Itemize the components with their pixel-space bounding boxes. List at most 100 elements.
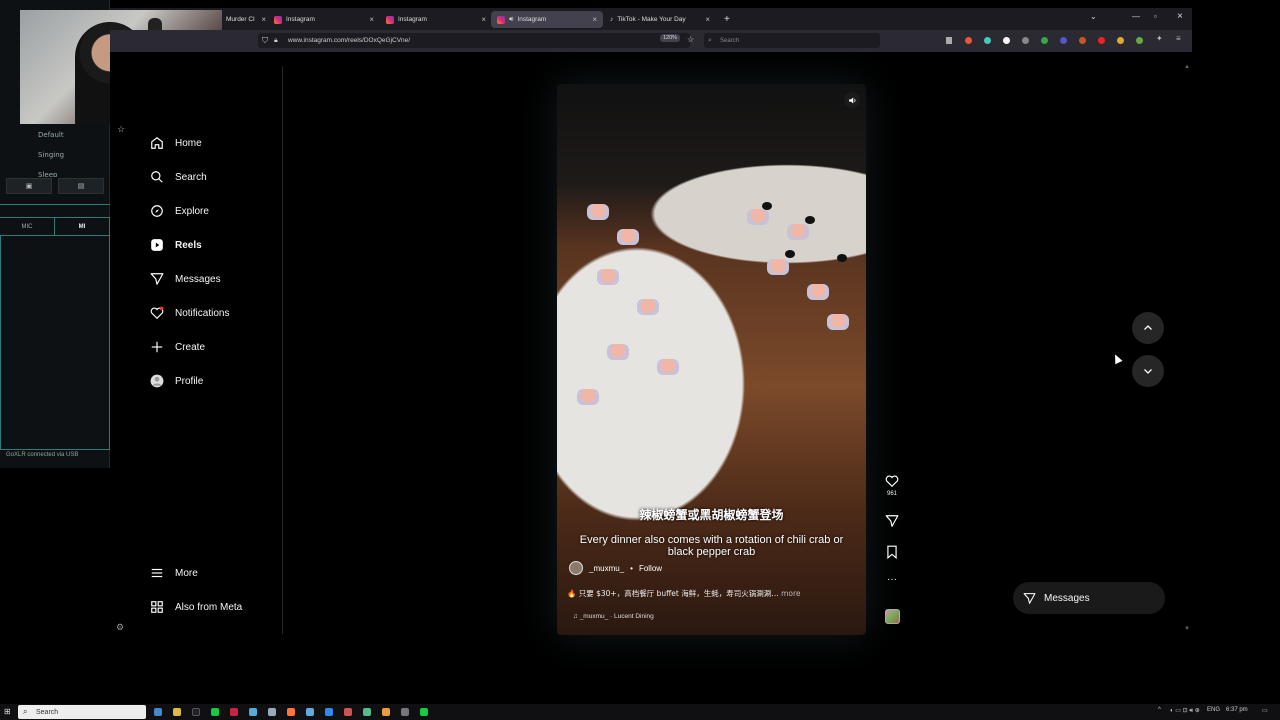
extension-icon[interactable]	[1003, 37, 1010, 44]
tab-murder[interactable]: Murder Cl ×	[220, 11, 268, 28]
app-icon[interactable]	[306, 708, 314, 716]
nav-item-profile[interactable]: Profile	[149, 371, 203, 391]
previous-reel-button[interactable]	[1132, 312, 1164, 344]
close-icon[interactable]: ×	[592, 15, 597, 24]
next-reel-button[interactable]	[1132, 355, 1164, 387]
close-icon[interactable]: ×	[481, 15, 486, 24]
maximize-button[interactable]: ▫	[1154, 12, 1157, 21]
nav-item-home[interactable]: Home	[149, 133, 202, 153]
nav-label: Search	[175, 171, 207, 183]
shield-icon[interactable]: ⛉	[262, 36, 268, 46]
tray-icons[interactable]: ◐ ▭ ⊡ 🔊︎ ⊕	[1170, 707, 1200, 715]
more-options-button[interactable]: ···	[881, 574, 903, 585]
username[interactable]: _muxmu_	[589, 564, 624, 573]
nav-item-explore[interactable]: Explore	[149, 201, 209, 221]
bookmark-star-icon[interactable]: ☆	[687, 35, 694, 44]
new-tab-button[interactable]: +	[718, 11, 732, 28]
nav-item-messages[interactable]: Messages	[149, 269, 221, 289]
avatar[interactable]	[569, 561, 583, 575]
speaker-icon: 🔊︎	[509, 15, 514, 23]
extension-icon[interactable]	[1079, 37, 1086, 44]
extension-icon[interactable]	[1060, 37, 1067, 44]
close-icon[interactable]: ×	[369, 15, 374, 24]
nav-item-search[interactable]: Search	[149, 167, 207, 187]
file-explorer-icon[interactable]	[173, 708, 181, 716]
extension-icon[interactable]	[984, 37, 991, 44]
search-icon: ⌕	[708, 36, 712, 44]
tab-instagram-1[interactable]: Instagram ×	[268, 11, 380, 28]
app-icon[interactable]	[401, 708, 409, 716]
extension-icon[interactable]	[1098, 37, 1105, 44]
extension-icon[interactable]	[965, 37, 972, 44]
audio-thumbnail[interactable]	[885, 609, 900, 624]
address-bar[interactable]: ⛉ 🔒︎ www.instagram.com/reels/DOxQeGjCVne…	[258, 33, 690, 48]
language-indicator[interactable]: ENG	[1207, 707, 1220, 713]
share-button[interactable]	[881, 514, 903, 528]
task-view-icon[interactable]	[154, 708, 162, 716]
nav-item-reels[interactable]: Reels	[149, 235, 202, 255]
preset-option-singing[interactable]: Singing	[38, 151, 64, 159]
steam-icon[interactable]	[268, 708, 276, 716]
nav-item-create[interactable]: Create	[149, 337, 205, 357]
app-icon[interactable]	[192, 708, 200, 716]
extension-icon[interactable]	[1041, 37, 1048, 44]
music-icon: ♫	[573, 613, 580, 620]
puzzle-icon[interactable]: ✦	[1156, 34, 1163, 43]
clock[interactable]: 6:37 pm	[1226, 707, 1248, 713]
reel-audio[interactable]: ♫ _muxmu_ · Lucent Dining	[573, 613, 654, 620]
tab-instagram-2[interactable]: Instagram ×	[380, 11, 492, 28]
food-item	[617, 229, 639, 245]
library-icon[interactable]	[946, 37, 952, 44]
app-icon[interactable]	[382, 708, 390, 716]
app-icon[interactable]	[420, 708, 428, 716]
zoom-level[interactable]: 120%	[660, 34, 681, 42]
tab-instagram-active[interactable]: 🔊︎ Instagram ×	[491, 11, 603, 28]
nav-label: Create	[175, 341, 206, 353]
chrome-icon[interactable]	[249, 708, 257, 716]
preset-option-sleep[interactable]: Sleep	[38, 171, 57, 177]
page-scrollbar[interactable]: ▲ ▼	[1184, 64, 1190, 632]
extension-icon[interactable]	[1022, 37, 1029, 44]
more-link[interactable]: more	[781, 589, 800, 598]
nav-item-more[interactable]: More	[149, 563, 198, 583]
tab-mic[interactable]: MIC	[0, 217, 54, 235]
reel-video[interactable]: 辣椒螃蟹或黑胡椒螃蟹登场 Every dinner also comes wit…	[557, 84, 866, 635]
nav-item-also-from-meta[interactable]: Also from Meta	[149, 597, 242, 617]
save-preset-button[interactable]: ▣	[6, 178, 52, 194]
nav-label: Home	[175, 137, 202, 149]
close-icon[interactable]: ×	[261, 15, 266, 24]
tray-chevron-icon[interactable]: ^	[1158, 707, 1161, 713]
app-icon[interactable]	[363, 708, 371, 716]
app-icon[interactable]	[230, 708, 238, 716]
gear-icon[interactable]: ⚙	[116, 622, 124, 633]
close-window-button[interactable]: ×	[1177, 11, 1183, 22]
app-icon[interactable]	[325, 708, 333, 716]
food-item	[827, 314, 849, 330]
notification-icon[interactable]: ▭	[1262, 707, 1268, 714]
follow-button[interactable]: Follow	[639, 564, 662, 573]
like-button[interactable]: 961	[881, 474, 903, 497]
extension-icon[interactable]	[1117, 37, 1124, 44]
file-preset-button[interactable]: ▤	[58, 178, 104, 194]
windows-start-icon[interactable]: ⊞	[4, 707, 11, 716]
save-button[interactable]	[881, 545, 903, 559]
app-icon[interactable]	[344, 708, 352, 716]
extension-icon[interactable]	[1136, 37, 1143, 44]
tab-tiktok[interactable]: ♪ TikTok - Make Your Day ×	[604, 11, 716, 28]
nav-item-notifications[interactable]: Notifications	[149, 303, 229, 323]
messages-drawer-button[interactable]: Messages	[1013, 582, 1165, 614]
compass-icon	[149, 203, 165, 219]
mute-button[interactable]	[844, 92, 860, 108]
minimize-button[interactable]: —	[1132, 12, 1140, 21]
menu-icon[interactable]: ≡	[1176, 34, 1181, 43]
preset-option-default[interactable]: Default	[38, 131, 64, 139]
tab-mic-2[interactable]: MI	[54, 217, 110, 235]
taskbar-search[interactable]: ⌕ Search	[18, 705, 146, 719]
tab-list-icon[interactable]: ⌄	[1090, 12, 1097, 21]
firefox-icon[interactable]	[287, 708, 295, 716]
avatar-icon	[149, 373, 165, 389]
lock-icon[interactable]: 🔒︎	[274, 37, 278, 45]
spotify-icon[interactable]	[211, 708, 219, 716]
search-bar[interactable]: ⌕ Search	[704, 33, 880, 48]
close-icon[interactable]: ×	[705, 15, 710, 24]
